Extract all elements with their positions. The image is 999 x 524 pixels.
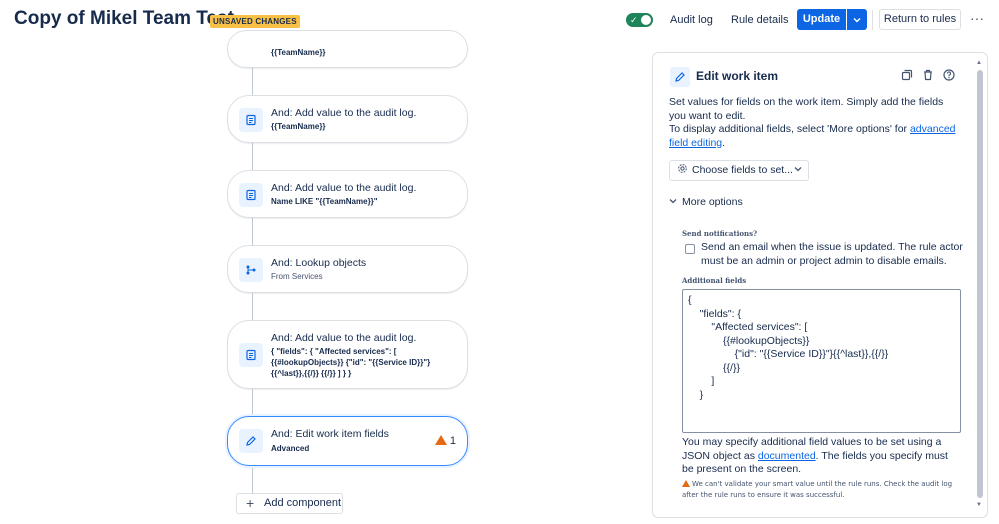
chevron-down-icon (794, 161, 802, 180)
audit-log-icon (239, 343, 263, 367)
rule-enabled-toggle[interactable]: ✓ (626, 13, 653, 27)
update-button[interactable]: Update (797, 9, 846, 30)
desc-text: . (722, 136, 726, 149)
gear-icon (677, 161, 688, 180)
card-title: And: Lookup objects (271, 257, 367, 269)
rule-component-card-selected[interactable]: And: Edit work item fields Advanced 1 (227, 416, 468, 466)
panel-scrollbar[interactable]: ▲ ▼ (976, 60, 984, 508)
chevron-down-icon (853, 17, 861, 23)
card-detail: Name LIKE "{{TeamName}}" (271, 197, 378, 206)
more-actions-button[interactable]: ··· (968, 9, 986, 30)
scrollbar-thumb[interactable] (977, 70, 983, 498)
return-to-rules-button[interactable]: Return to rules (879, 9, 961, 30)
desc-text: To display additional fields, select 'Mo… (669, 123, 910, 135)
rule-component-card[interactable]: And: Lookup objects From Services (227, 245, 468, 293)
send-email-checkbox[interactable] (685, 244, 695, 254)
send-notifications-label: Send notifications? (682, 229, 758, 238)
rule-component-card[interactable]: And: Add value to the audit log. Name LI… (227, 170, 468, 218)
card-detail: From Services (271, 272, 323, 281)
edit-work-item-panel: Edit work item Set values for fields on … (652, 52, 988, 518)
audit-log-icon (239, 108, 263, 132)
header-divider (872, 10, 873, 30)
lookup-objects-icon (239, 258, 263, 282)
check-icon: ✓ (630, 15, 638, 25)
update-dropdown-button[interactable] (847, 9, 867, 30)
chevron-down-icon (669, 197, 677, 207)
rule-details-button[interactable]: Rule details (731, 9, 788, 31)
toggle-knob (641, 15, 651, 25)
trash-icon[interactable] (922, 68, 936, 82)
header: Copy of Mikel Team Test UNSAVED CHANGES … (0, 0, 999, 40)
audit-log-button[interactable]: Audit log (670, 9, 713, 31)
panel-title: Edit work item (696, 69, 779, 83)
add-component-button[interactable]: + Add component (236, 493, 343, 514)
plus-icon: + (246, 495, 255, 511)
json-help-text: You may specify additional field values … (682, 436, 962, 477)
validation-warning-text: We can't validate your smart value until… (682, 480, 953, 499)
card-detail: Advanced (271, 444, 310, 453)
more-options-toggle[interactable]: More options (669, 196, 743, 208)
card-detail: {{TeamName}} (271, 122, 326, 131)
card-title: And: Add value to the audit log. (271, 332, 417, 344)
additional-fields-label: Additional fields (682, 276, 747, 285)
warning-icon (682, 480, 690, 487)
edit-icon (670, 67, 690, 87)
add-component-label: Add component (264, 497, 342, 509)
rule-component-card[interactable]: And: Add value to the audit log. { "fiel… (227, 320, 468, 389)
card-detail: { "fields": { "Affected services": [ {{#… (271, 347, 431, 378)
warning-indicator[interactable]: 1 (434, 435, 456, 447)
send-email-label: Send an email when the issue is updated.… (701, 241, 963, 267)
warning-icon (434, 435, 447, 445)
choose-fields-dropdown[interactable]: Choose fields to set... (669, 160, 809, 181)
unsaved-changes-badge: UNSAVED CHANGES (210, 15, 300, 28)
choose-fields-label: Choose fields to set... (692, 164, 793, 176)
card-title: And: Add value to the audit log. (271, 182, 417, 194)
more-options-label: More options (682, 196, 743, 208)
page-title: Copy of Mikel Team Test (14, 8, 234, 29)
rule-component-card[interactable]: And: Add value to the audit log. {{TeamN… (227, 95, 468, 143)
documented-link[interactable]: documented (758, 450, 816, 462)
audit-log-icon (239, 183, 263, 207)
warning-count: 1 (449, 435, 456, 447)
help-icon[interactable] (943, 68, 957, 82)
panel-description: Set values for fields on the work item. … (669, 96, 959, 150)
more-horizontal-icon: ··· (970, 10, 984, 26)
desc-text: Set values for fields on the work item. … (669, 96, 944, 122)
rule-component-card[interactable]: {{TeamName}} (227, 30, 468, 68)
scroll-down-icon[interactable]: ▼ (976, 502, 982, 508)
additional-fields-textarea[interactable]: { "fields": { "Affected services": [ {{#… (682, 289, 961, 433)
card-title: And: Edit work item fields (271, 428, 389, 440)
validation-warning: We can't validate your smart value until… (682, 479, 962, 501)
card-detail: {{TeamName}} (271, 48, 326, 57)
duplicate-icon[interactable] (901, 68, 915, 82)
scroll-up-icon[interactable]: ▲ (976, 60, 982, 66)
card-title: And: Add value to the audit log. (271, 107, 417, 119)
edit-icon (239, 429, 263, 453)
